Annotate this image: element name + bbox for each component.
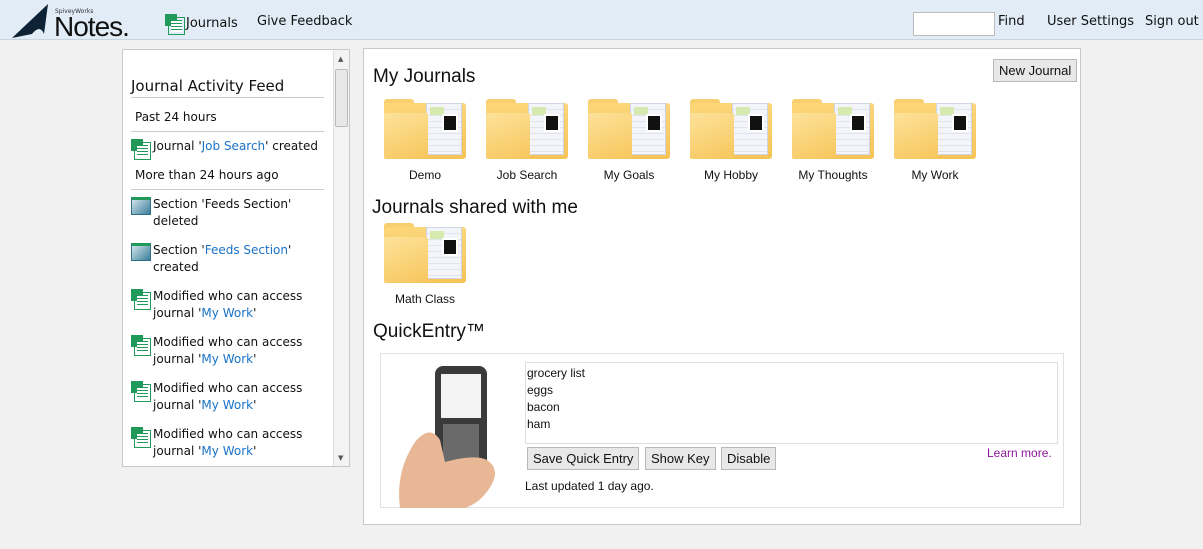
journal-folder[interactable]: My Goals: [584, 99, 674, 182]
feed-title: Journal Activity Feed: [131, 77, 324, 98]
feed-item: Modified who can access journal 'My Work…: [131, 334, 324, 368]
my-journals-title: My Journals: [373, 66, 476, 87]
feed-text: Section ': [153, 243, 205, 257]
activity-feed-panel: Journal Activity Feed Past 24 hours Jour…: [122, 49, 350, 467]
scroll-up-icon[interactable]: ▲: [338, 55, 343, 63]
journal-name: Math Class: [394, 292, 456, 306]
journal-name: My Thoughts: [798, 168, 868, 182]
header: SpiveyWorks Notes. Journals Give Feedbac…: [0, 0, 1203, 42]
feed-scrollbar[interactable]: ▲ ▼: [333, 50, 349, 466]
feed-text: ': [253, 398, 257, 412]
journal-icon: [131, 381, 151, 402]
quickentry-title: QuickEntry™: [373, 321, 485, 342]
quickentry-box: grocery list eggs bacon ham Learn more. …: [380, 353, 1064, 508]
brand-name: Notes.: [54, 11, 130, 42]
learn-more-link[interactable]: Learn more.: [987, 446, 1052, 460]
logo[interactable]: SpiveyWorks Notes.: [12, 4, 137, 42]
feed-text: ' created: [265, 139, 318, 153]
feed-link[interactable]: My Work: [201, 398, 253, 412]
sign-out-link[interactable]: Sign out: [1145, 14, 1199, 29]
find-input[interactable]: [913, 12, 995, 36]
feed-item: Section 'Feeds Section' created: [131, 242, 324, 276]
journal-icon: [131, 139, 151, 160]
journal-name: My Work: [911, 168, 959, 182]
folder-icon: [586, 99, 672, 161]
feed-link[interactable]: My Work: [201, 444, 253, 458]
folder-icon: [382, 223, 468, 285]
nav-journals[interactable]: Journals: [165, 14, 238, 35]
journal-name: Demo: [408, 168, 441, 182]
nav-give-feedback[interactable]: Give Feedback: [257, 14, 352, 29]
journal-folder[interactable]: Math Class: [380, 223, 470, 306]
journal-folder[interactable]: Demo: [380, 99, 470, 182]
journal-name: My Goals: [603, 168, 655, 182]
feed-list: Past 24 hours Journal 'Job Search' creat…: [131, 109, 324, 460]
find-button[interactable]: Find: [998, 14, 1025, 29]
section-icon: [131, 243, 151, 261]
folder-icon: [688, 99, 774, 161]
new-journal-button[interactable]: New Journal: [993, 59, 1078, 82]
journal-folder[interactable]: My Thoughts: [788, 99, 878, 182]
journal-folder[interactable]: Job Search: [482, 99, 572, 182]
feed-text: ': [253, 444, 257, 458]
feed-item: Modified who can access journal 'My Work…: [131, 426, 324, 460]
journal-folder[interactable]: My Work: [890, 99, 980, 182]
feed-text: ': [253, 352, 257, 366]
journal-icon: [131, 335, 151, 356]
folder-icon: [382, 99, 468, 161]
logo-sail-icon: [12, 4, 48, 38]
section-icon: [131, 197, 151, 215]
journal-icon: [165, 14, 185, 35]
save-quick-entry-button[interactable]: Save Quick Entry: [527, 447, 640, 470]
disable-button[interactable]: Disable: [721, 447, 777, 470]
journal-name: Job Search: [496, 168, 558, 182]
feed-item: Modified who can access journal 'My Work…: [131, 380, 324, 414]
feed-item: Modified who can access journal 'My Work…: [131, 288, 324, 322]
feed-link[interactable]: My Work: [201, 352, 253, 366]
last-updated-text: Last updated 1 day ago.: [525, 479, 654, 493]
phone-in-hand-image: [399, 366, 495, 508]
scroll-thumb[interactable]: [335, 69, 348, 127]
journal-icon: [131, 289, 151, 310]
feed-group-heading: Past 24 hours: [131, 109, 324, 132]
journal-icon: [131, 427, 151, 448]
journal-name: My Hobby: [703, 168, 759, 182]
feed-item: Journal 'Job Search' created: [131, 138, 324, 160]
feed-text: Section 'Feeds Section' deleted: [153, 197, 292, 228]
feed-link[interactable]: Feeds Section: [205, 243, 288, 257]
folder-icon: [892, 99, 978, 161]
folder-icon: [790, 99, 876, 161]
nav-journals-label: Journals: [186, 16, 238, 31]
feed-link[interactable]: Job Search: [202, 139, 266, 153]
feed-link[interactable]: My Work: [201, 306, 253, 320]
feed-text: Journal ': [153, 139, 202, 153]
folder-icon: [484, 99, 570, 161]
journal-folder[interactable]: My Hobby: [686, 99, 776, 182]
scroll-down-icon[interactable]: ▼: [338, 454, 343, 462]
quickentry-textarea[interactable]: grocery list eggs bacon ham: [525, 362, 1058, 444]
main-panel: My Journals New Journal Demo Job Search My…: [363, 48, 1081, 525]
shared-journals-title: Journals shared with me: [372, 197, 578, 218]
user-settings-link[interactable]: User Settings: [1047, 14, 1134, 29]
show-key-button[interactable]: Show Key: [645, 447, 716, 470]
feed-item: Section 'Feeds Section' deleted: [131, 196, 324, 230]
feed-text: ': [253, 306, 257, 320]
feed-group-heading: More than 24 hours ago: [131, 167, 324, 190]
